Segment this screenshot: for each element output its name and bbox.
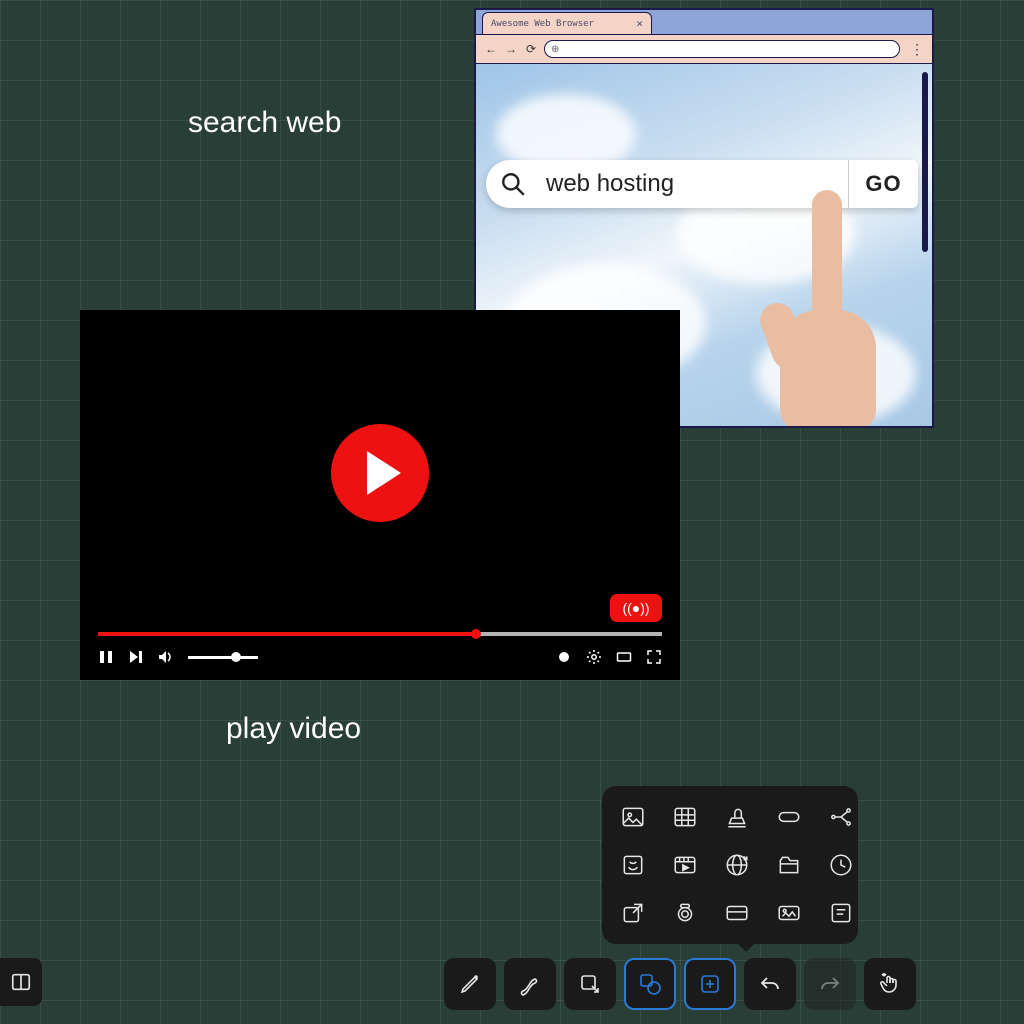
redo-button[interactable] — [804, 958, 856, 1010]
label-search-web: search web — [188, 106, 341, 140]
shape-tool[interactable] — [624, 958, 676, 1010]
theater-icon[interactable] — [616, 649, 632, 665]
volume-icon[interactable] — [158, 649, 174, 665]
play-icon — [367, 451, 401, 495]
globe-icon: ⊕ — [551, 44, 559, 55]
picker-note-icon[interactable] — [824, 896, 858, 930]
volume-slider[interactable] — [188, 656, 258, 659]
settings-icon[interactable] — [586, 649, 602, 665]
browser-menu-icon[interactable]: ⋮ — [910, 41, 924, 58]
picker-folder-icon[interactable] — [772, 848, 806, 882]
pause-icon[interactable] — [98, 649, 114, 665]
picker-link-icon[interactable] — [772, 800, 806, 834]
forward-icon[interactable]: → — [504, 42, 518, 56]
picker-external-icon[interactable] — [616, 896, 650, 930]
scrollbar[interactable] — [922, 72, 928, 252]
play-button[interactable] — [331, 424, 429, 522]
bottom-toolbar — [444, 956, 916, 1012]
undo-button[interactable] — [744, 958, 796, 1010]
picker-table-icon[interactable] — [668, 800, 702, 834]
quality-icon[interactable] — [556, 649, 572, 665]
label-play-video: play video — [226, 712, 361, 746]
picker-web-icon[interactable] — [720, 848, 754, 882]
volume-handle[interactable] — [231, 652, 241, 662]
picker-connector-icon[interactable] — [824, 800, 858, 834]
fullscreen-icon[interactable] — [646, 649, 662, 665]
pen-tool[interactable] — [444, 958, 496, 1010]
progress-bar[interactable] — [98, 632, 662, 636]
picker-gallery-icon[interactable] — [772, 896, 806, 930]
select-tool[interactable] — [564, 958, 616, 1010]
back-icon[interactable]: ← — [484, 42, 498, 56]
picker-card-icon[interactable] — [720, 896, 754, 930]
player-controls — [98, 646, 662, 668]
picker-stamp-icon[interactable] — [720, 800, 754, 834]
reload-icon[interactable]: ⟳ — [524, 42, 538, 56]
gesture-tool[interactable] — [864, 958, 916, 1010]
insert-tool[interactable] — [684, 958, 736, 1010]
url-input[interactable]: ⊕ — [544, 40, 900, 58]
eraser-tool[interactable] — [504, 958, 556, 1010]
picker-clock-icon[interactable] — [824, 848, 858, 882]
live-badge: ((●)) — [610, 594, 662, 622]
close-tab-icon[interactable]: × — [636, 17, 643, 30]
picker-video-icon[interactable] — [668, 848, 702, 882]
browser-tab-bar: Awesome Web Browser × — [476, 10, 932, 34]
next-icon[interactable] — [128, 649, 144, 665]
browser-toolbar: ← → ⟳ ⊕ ⋮ — [476, 34, 932, 64]
side-panel-toggle[interactable] — [0, 958, 42, 1006]
progress-handle[interactable] — [471, 629, 481, 639]
insert-picker-popup — [602, 786, 858, 944]
video-player[interactable]: ((●)) — [80, 310, 680, 680]
pointing-hand — [756, 190, 896, 426]
picker-sticky-icon[interactable] — [616, 848, 650, 882]
browser-tab[interactable]: Awesome Web Browser × — [482, 12, 652, 34]
search-icon — [486, 171, 540, 197]
picker-image-icon[interactable] — [616, 800, 650, 834]
picker-camera-icon[interactable] — [668, 896, 702, 930]
progress-filled — [98, 632, 476, 636]
browser-tab-title: Awesome Web Browser — [491, 19, 594, 29]
